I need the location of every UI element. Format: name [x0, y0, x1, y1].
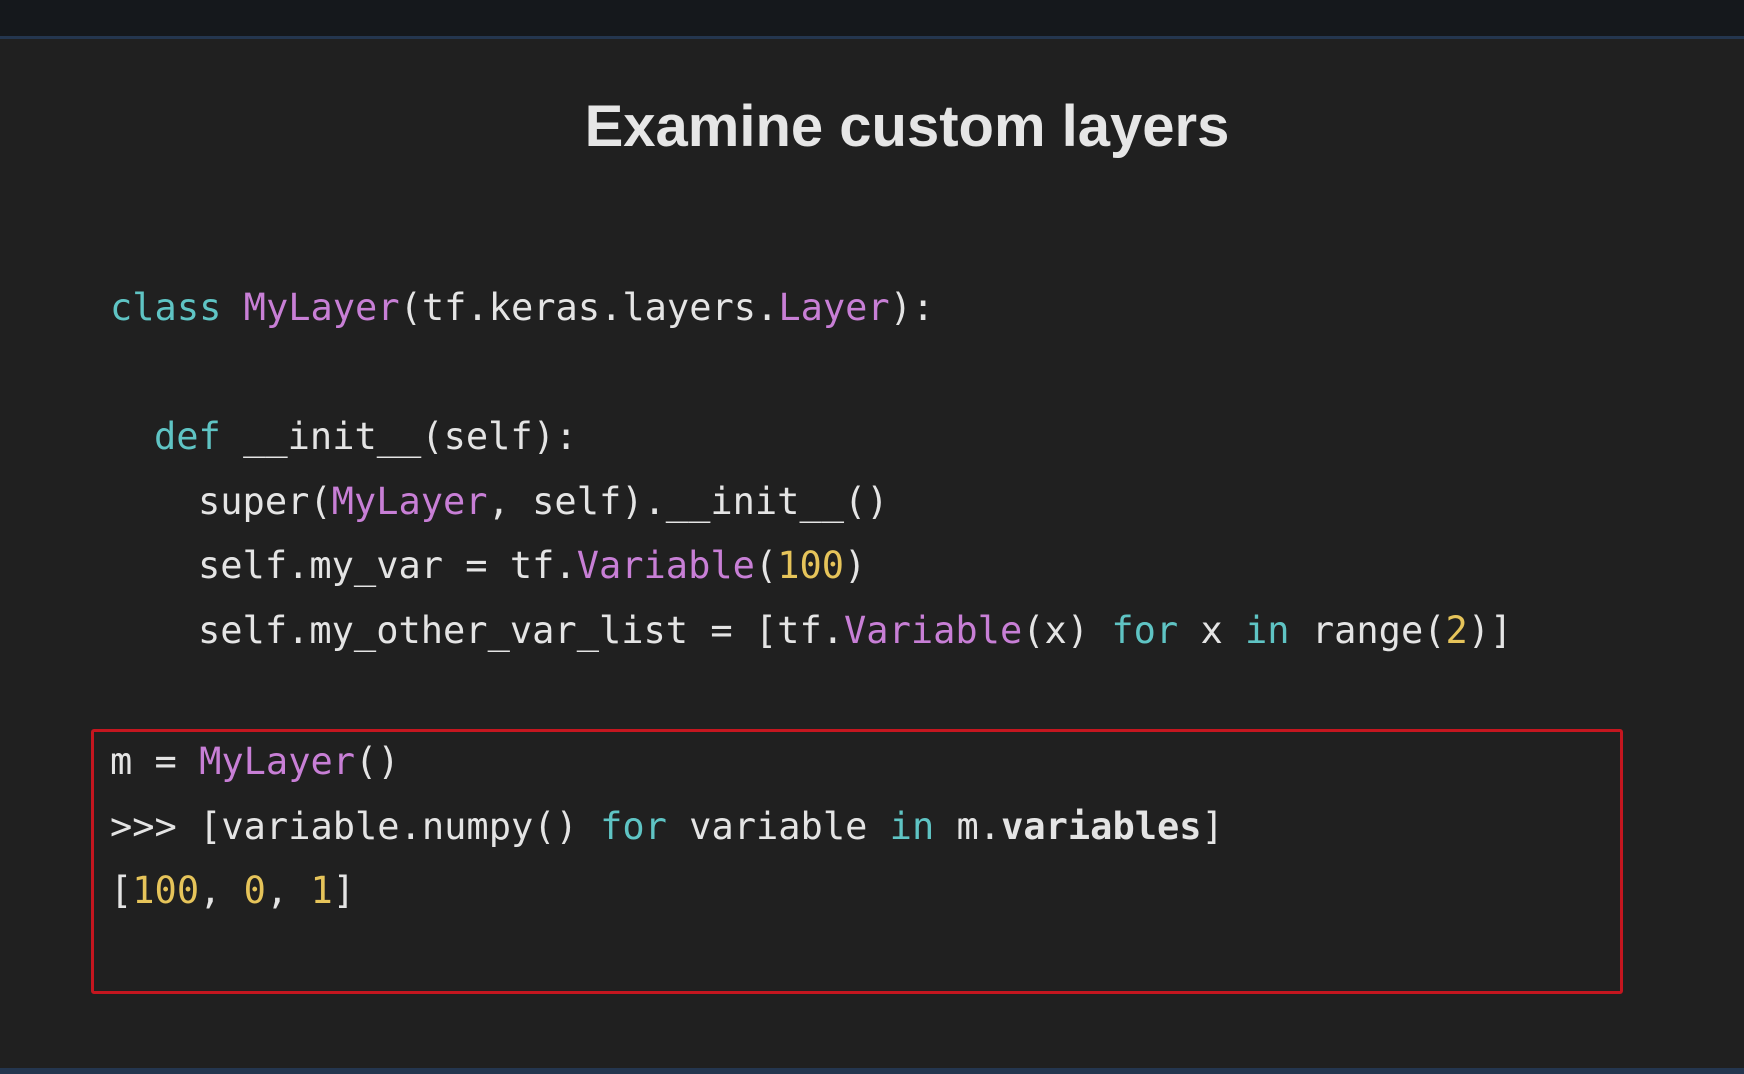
- keyword-for: for: [600, 805, 667, 848]
- code-line-def-init: def __init__(self):: [154, 413, 577, 461]
- slide: Examine custom layers class MyLayer(tf.k…: [0, 0, 1744, 1074]
- console-line-output: [100, 0, 1]: [110, 867, 355, 915]
- class-name: MyLayer: [243, 286, 400, 329]
- number-literal: 1: [310, 869, 333, 912]
- code-text: ): [844, 544, 867, 587]
- class-name: Variable: [576, 544, 755, 587]
- number-literal: 2: [1445, 609, 1468, 652]
- base-class-name: Layer: [778, 286, 890, 329]
- code-text: range(: [1289, 609, 1446, 652]
- keyword-in: in: [889, 805, 935, 848]
- video-bottom-bar: [0, 1068, 1744, 1074]
- code-text: self.my_var = tf.: [198, 544, 577, 587]
- keyword-class: class: [110, 286, 222, 329]
- code-line-var-list: self.my_other_var_list = [tf.Variable(x)…: [198, 607, 1512, 655]
- keyword-def: def: [154, 415, 221, 458]
- code-text: (tf.keras.layers.: [399, 286, 779, 329]
- code-text: [: [110, 869, 133, 912]
- slide-title: Examine custom layers: [584, 94, 1230, 159]
- code-text: ]: [1201, 805, 1224, 848]
- code-text: (): [355, 740, 400, 783]
- console-line-instantiate: m = MyLayer(): [110, 738, 400, 786]
- class-name: MyLayer: [199, 740, 356, 783]
- code-line-my-var: self.my_var = tf.Variable(100): [198, 542, 866, 590]
- class-name: Variable: [844, 609, 1023, 652]
- code-text: self.my_other_var_list = [tf.: [198, 609, 845, 652]
- code-text: m.: [934, 805, 1002, 848]
- keyword-in: in: [1245, 609, 1290, 652]
- code-text: >>> [variable.numpy(): [110, 805, 601, 848]
- code-text: super(: [198, 480, 332, 523]
- code-text: __init__(self):: [220, 415, 578, 458]
- code-text: ,: [265, 869, 311, 912]
- code-text: ,: [199, 869, 244, 912]
- code-text: ]: [332, 869, 356, 912]
- code-text: x: [1178, 609, 1245, 652]
- number-literal: 100: [132, 869, 200, 912]
- keyword-for: for: [1111, 609, 1179, 652]
- code-text: (x): [1022, 609, 1112, 652]
- code-text: m =: [110, 740, 200, 783]
- number-literal: 0: [243, 869, 266, 912]
- video-top-bar: [0, 0, 1744, 39]
- attribute-variables: variables: [1001, 805, 1202, 848]
- number-literal: 100: [777, 544, 845, 587]
- console-line-command: >>> [variable.numpy() for variable in m.…: [110, 803, 1224, 851]
- class-name: MyLayer: [331, 480, 488, 523]
- code-text: )]: [1467, 609, 1513, 652]
- code-text: ):: [889, 286, 935, 329]
- code-text: (: [754, 544, 778, 587]
- code-line-super: super(MyLayer, self).__init__(): [198, 478, 889, 526]
- code-line-class-def: class MyLayer(tf.keras.layers.Layer):: [110, 284, 934, 332]
- code-text: variable: [666, 805, 890, 848]
- code-text: , self).__init__(): [487, 480, 889, 523]
